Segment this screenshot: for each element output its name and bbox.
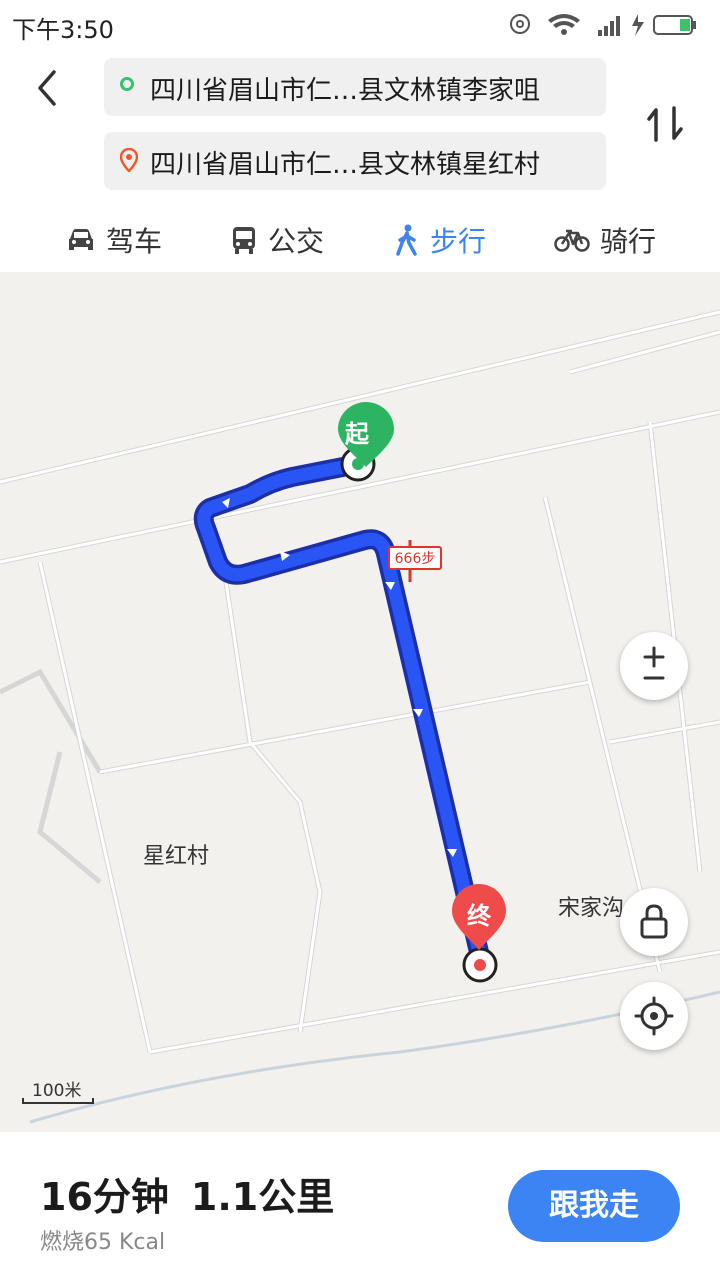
bus-icon bbox=[233, 227, 255, 254]
swap-button[interactable] bbox=[644, 100, 688, 148]
tab-drive[interactable]: 驾车 bbox=[66, 220, 162, 260]
battery-icon bbox=[653, 15, 696, 35]
place-label-songjia: 宋家沟 bbox=[558, 896, 625, 921]
tab-drive-label: 驾车 bbox=[106, 225, 163, 258]
locate-button[interactable] bbox=[620, 982, 688, 1050]
lock-button[interactable] bbox=[620, 888, 688, 956]
tab-walk[interactable]: 步行 bbox=[394, 220, 486, 260]
locate-icon bbox=[634, 996, 674, 1036]
route-summary: 16分钟 1.1公里 bbox=[40, 1166, 356, 1221]
zoom-button[interactable] bbox=[620, 632, 688, 700]
wifi-icon bbox=[548, 14, 580, 35]
back-arrow-icon bbox=[38, 70, 56, 106]
lock-icon bbox=[640, 904, 668, 939]
travel-mode-tabs: 驾车 公交 步行 骑行 bbox=[0, 216, 720, 266]
distance-text: 1.1公里 bbox=[190, 1175, 335, 1219]
start-marker-label: 起 bbox=[345, 420, 369, 448]
start-input[interactable]: 四川省眉山市仁…县文林镇李家咀 bbox=[104, 58, 606, 116]
zoom-plus-minus-icon bbox=[643, 646, 665, 680]
step-count-badge: 666步 bbox=[388, 546, 442, 570]
route-summary-panel: 16分钟 1.1公里 燃烧65 Kcal 跟我走 bbox=[0, 1132, 720, 1280]
map-view[interactable]: 起 终 666步 星红村 宋家沟 100米 bbox=[0, 272, 720, 1132]
end-input[interactable]: 四川省眉山市仁…县文林镇星红村 bbox=[104, 132, 606, 190]
status-icons bbox=[508, 10, 708, 38]
bike-icon bbox=[554, 229, 590, 252]
place-label-xinghong: 星红村 bbox=[143, 844, 210, 869]
car-icon bbox=[69, 229, 93, 250]
swap-icon bbox=[647, 106, 683, 142]
tab-walk-label: 步行 bbox=[430, 225, 487, 258]
calories-text: 燃烧65 Kcal bbox=[40, 1230, 166, 1255]
hotspot-icon bbox=[510, 14, 530, 34]
tab-bike[interactable]: 骑行 bbox=[554, 220, 656, 260]
map-canvas bbox=[0, 309, 720, 1124]
follow-me-button[interactable]: 跟我走 bbox=[508, 1170, 680, 1242]
charging-icon bbox=[632, 14, 644, 36]
start-dot-icon bbox=[120, 77, 134, 91]
tab-bike-label: 骑行 bbox=[600, 225, 657, 258]
walk-icon bbox=[396, 224, 417, 256]
end-location-text: 四川省眉山市仁…县文林镇星红村 bbox=[150, 150, 541, 180]
status-time: 下午3:50 bbox=[12, 16, 114, 44]
tab-bus-label: 公交 bbox=[268, 225, 325, 258]
tab-bus[interactable]: 公交 bbox=[230, 220, 324, 260]
scale-bar bbox=[22, 1098, 94, 1104]
route-header: 四川省眉山市仁…县文林镇李家咀 四川省眉山市仁…县文林镇星红村 驾车 公交 步行… bbox=[0, 48, 720, 273]
back-button[interactable] bbox=[26, 66, 70, 110]
status-bar: 下午3:50 bbox=[0, 0, 720, 48]
signal-icon bbox=[598, 16, 620, 36]
start-location-text: 四川省眉山市仁…县文林镇李家咀 bbox=[150, 76, 541, 106]
end-marker-label: 终 bbox=[467, 902, 491, 930]
duration-text: 16分钟 bbox=[40, 1175, 169, 1219]
location-pin-icon bbox=[120, 148, 138, 172]
